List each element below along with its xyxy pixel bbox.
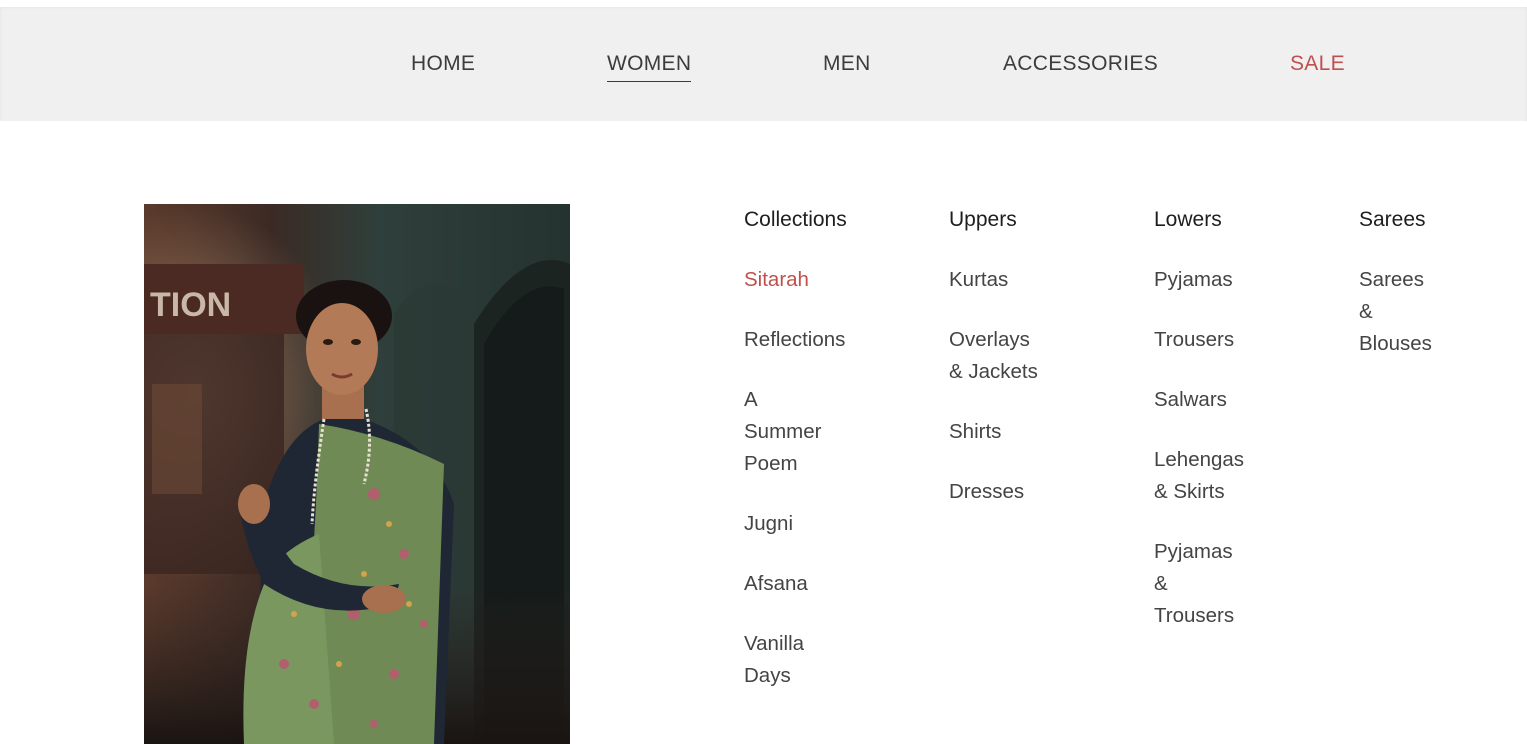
menu-link-shirts[interactable]: Shirts <box>949 416 1049 448</box>
menu-link-vanilla-days[interactable]: Vanilla Days <box>744 628 824 692</box>
menu-link-overlays-jackets[interactable]: Overlays & Jackets <box>949 324 1039 388</box>
menu-link-jugni[interactable]: Jugni <box>744 508 854 540</box>
menu-heading-uppers[interactable]: Uppers <box>949 204 1049 236</box>
page-top-edge <box>0 0 1527 7</box>
menu-link-salwars[interactable]: Salwars <box>1154 384 1254 416</box>
menu-link-dresses[interactable]: Dresses <box>949 476 1049 508</box>
menu-link-pyjamas[interactable]: Pyjamas <box>1154 264 1254 296</box>
menu-column-sarees: Sarees Sarees & Blouses <box>1359 204 1449 388</box>
nav-item-sale[interactable]: SALE <box>1290 52 1345 76</box>
menu-heading-lowers[interactable]: Lowers <box>1154 204 1254 236</box>
menu-link-trousers[interactable]: Trousers <box>1154 324 1254 356</box>
svg-text:TION: TION <box>150 286 231 324</box>
top-navigation-bar: HOME WOMEN MEN ACCESSORIES SALE <box>0 0 1527 121</box>
menu-column-uppers: Uppers Kurtas Overlays & Jackets Shirts … <box>949 204 1049 536</box>
featured-image[interactable]: TION <box>144 204 570 744</box>
menu-link-pyjamas-trousers[interactable]: Pyjamas & Trousers <box>1154 536 1244 632</box>
menu-link-sitarah[interactable]: Sitarah <box>744 264 854 296</box>
menu-heading-sarees[interactable]: Sarees <box>1359 204 1449 236</box>
photo-woman-in-floral-saree: TION <box>144 204 570 744</box>
nav-item-women[interactable]: WOMEN <box>607 52 692 82</box>
menu-link-lehengas-skirts[interactable]: Lehengas & Skirts <box>1154 444 1250 508</box>
menu-column-lowers: Lowers Pyjamas Trousers Salwars Lehengas… <box>1154 204 1254 660</box>
nav-item-accessories[interactable]: ACCESSORIES <box>1003 52 1158 76</box>
nav-item-men[interactable]: MEN <box>823 52 871 76</box>
menu-link-sarees-blouses[interactable]: Sarees & Blouses <box>1359 264 1439 360</box>
menu-link-reflections[interactable]: Reflections <box>744 324 854 356</box>
menu-column-collections: Collections Sitarah Reflections A Summer… <box>744 204 854 720</box>
menu-heading-collections[interactable]: Collections <box>744 204 854 236</box>
menu-link-afsana[interactable]: Afsana <box>744 568 854 600</box>
menu-link-kurtas[interactable]: Kurtas <box>949 264 1049 296</box>
nav-item-home[interactable]: HOME <box>411 52 475 76</box>
menu-link-a-summer-poem[interactable]: A Summer Poem <box>744 384 834 480</box>
